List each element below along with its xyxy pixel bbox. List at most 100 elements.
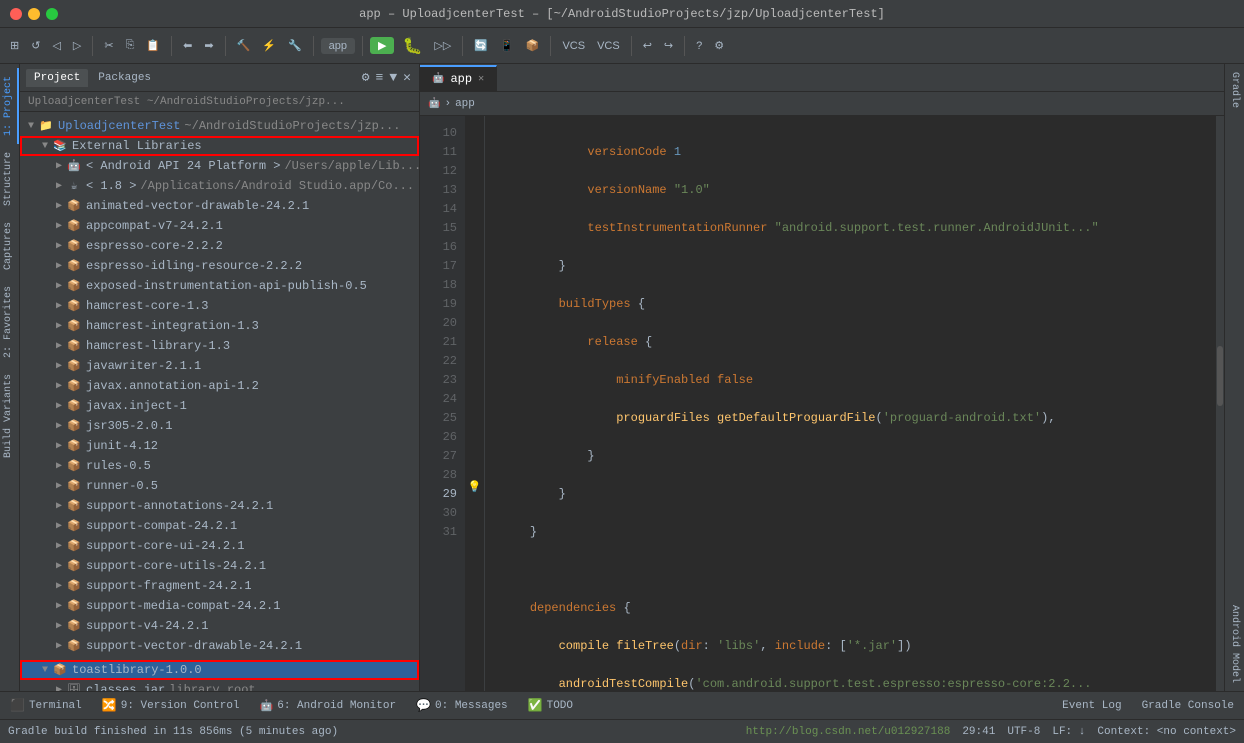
toolbar-btn-cut[interactable]: ✂ — [100, 37, 117, 54]
gear-icon[interactable]: ≡ — [374, 68, 386, 87]
tree-item-rules[interactable]: ▶ 📦 rules-0.5 — [20, 456, 419, 476]
tab-project[interactable]: Project — [26, 69, 88, 87]
toolbar-btn-back[interactable]: ⬅ — [179, 37, 196, 54]
arrow-toastlibrary: ▼ — [38, 665, 52, 676]
javax-annotation-label: javax.annotation-api-1.2 — [86, 379, 259, 393]
tree-item-hamcrest-integration[interactable]: ▶ 📦 hamcrest-integration-1.3 — [20, 316, 419, 336]
run-button[interactable]: ▶ — [370, 37, 394, 54]
tree-item-hamcrest-core[interactable]: ▶ 📦 hamcrest-core-1.3 — [20, 296, 419, 316]
minimize-button[interactable] — [28, 8, 40, 20]
toolbar-btn-3[interactable]: ◁ — [48, 37, 64, 54]
tree-item-exposed-instrumentation[interactable]: ▶ 📦 exposed-instrumentation-api-publish-… — [20, 276, 419, 296]
tree-item-javax-inject[interactable]: ▶ 📦 javax.inject-1 — [20, 396, 419, 416]
toolbar-btn-5[interactable]: 🔨 — [233, 37, 255, 54]
messages-btn[interactable]: 💬 0: Messages — [412, 696, 512, 715]
tree-item-support-compat[interactable]: ▶ 📦 support-compat-24.2.1 — [20, 516, 419, 536]
line-num-13: 13 — [420, 181, 457, 200]
toolbar-btn-copy[interactable]: ⎘ — [122, 37, 139, 54]
toolbar-btn-gradle-sync[interactable]: 🔄 — [470, 37, 492, 54]
tree-item-animated-vector[interactable]: ▶ 📦 animated-vector-drawable-24.2.1 — [20, 196, 419, 216]
tree-item-appcompat[interactable]: ▶ 📦 appcompat-v7-24.2.1 — [20, 216, 419, 236]
tab-icon: 🤖 — [432, 73, 444, 85]
toolbar-btn-vcs[interactable]: VCS — [558, 38, 589, 54]
tree-item-junit[interactable]: ▶ 📦 junit-4.12 — [20, 436, 419, 456]
toolbar-btn-sdk[interactable]: 📦 — [522, 37, 544, 54]
event-log-btn[interactable]: Event Log — [1058, 698, 1125, 714]
toolbar-btn-avd[interactable]: 📱 — [496, 37, 518, 54]
tree-item-android-api[interactable]: ▶ 🤖 < Android API 24 Platform > /Users/a… — [20, 156, 419, 176]
editor-tab-app[interactable]: 🤖 app ✕ — [420, 65, 497, 91]
code-line-14: buildTypes { — [501, 295, 1216, 314]
toolbar-btn-2[interactable]: ↺ — [27, 37, 44, 54]
tree-item-hamcrest-library[interactable]: ▶ 📦 hamcrest-library-1.3 — [20, 336, 419, 356]
collapse-icon[interactable]: ▼ — [387, 68, 399, 87]
gradle-tab[interactable]: Gradle — [1226, 64, 1243, 116]
android-monitor-btn[interactable]: 🤖 6: Android Monitor — [256, 697, 401, 715]
arrow-jdk: ▶ — [52, 180, 66, 192]
toolbar-btn-7[interactable]: 🔧 — [284, 37, 306, 54]
toolbar-btn-forward[interactable]: ➡ — [200, 37, 217, 54]
gutter-line-24 — [465, 382, 484, 401]
tree-item-javawriter[interactable]: ▶ 📦 javawriter-2.1.1 — [20, 356, 419, 376]
library-icon: 📚 — [52, 138, 68, 154]
tree-item-support-vector[interactable]: ▶ 📦 support-vector-drawable-24.2.1 — [20, 636, 419, 656]
scrollbar-thumb[interactable] — [1217, 346, 1223, 406]
tab-close-btn[interactable]: ✕ — [478, 73, 484, 85]
maximize-button[interactable] — [46, 8, 58, 20]
gutter-line-29-bulb[interactable]: 💡 — [465, 477, 484, 496]
toolbar-btn-vcs2[interactable]: VCS — [593, 38, 624, 54]
scrollbar[interactable] — [1216, 116, 1224, 691]
tree-item-external-libs[interactable]: ▼ 📚 External Libraries — [20, 136, 419, 156]
toolbar-btn-help[interactable]: ? — [692, 38, 706, 54]
sync-icon[interactable]: ⚙ — [360, 68, 372, 87]
arrow-animated-vector: ▶ — [52, 200, 66, 212]
tree-item-classes-jar[interactable]: ▶ 🗄 classes.jar library root — [20, 680, 419, 691]
version-control-btn[interactable]: 🔀 9: Version Control — [98, 696, 244, 715]
toolbar-btn-redo[interactable]: ↪ — [660, 37, 677, 54]
toolbar-btn-6[interactable]: ⚡ — [258, 37, 280, 54]
toolbar-btn-coverage[interactable]: ▷▷ — [430, 37, 455, 54]
todo-btn[interactable]: ✅ TODO — [524, 696, 577, 715]
tree-item-toastlibrary[interactable]: ▼ 📦 toastlibrary-1.0.0 — [20, 660, 419, 680]
tree-item-support-core-utils[interactable]: ▶ 📦 support-core-utils-24.2.1 — [20, 556, 419, 576]
arrow-android-api: ▶ — [52, 160, 66, 172]
sidebar-tab-captures[interactable]: Captures — [0, 214, 19, 278]
tree-item-support-media-compat[interactable]: ▶ 📦 support-media-compat-24.2.1 — [20, 596, 419, 616]
tree-item-support-v4[interactable]: ▶ 📦 support-v4-24.2.1 — [20, 616, 419, 636]
toolbar-btn-1[interactable]: ⊞ — [6, 37, 23, 54]
sidebar-tab-favorites[interactable]: 2: Favorites — [0, 278, 19, 366]
tab-packages[interactable]: Packages — [90, 69, 159, 87]
toolbar-btn-settings[interactable]: ⚙ — [710, 37, 728, 54]
app-selector[interactable]: app — [321, 38, 355, 54]
espresso-idling-label: espresso-idling-resource-2.2.2 — [86, 259, 302, 273]
tree-item-jdk[interactable]: ▶ ☕ < 1.8 > /Applications/Android Studio… — [20, 176, 419, 196]
gradle-console-btn[interactable]: Gradle Console — [1138, 698, 1238, 714]
terminal-btn[interactable]: ⬛ Terminal — [6, 696, 86, 715]
tree-item-root[interactable]: ▼ 📁 UploadjcenterTest ~/AndroidStudioPro… — [20, 116, 419, 136]
status-bar: Gradle build finished in 11s 856ms (5 mi… — [0, 719, 1244, 743]
hide-icon[interactable]: ✕ — [401, 68, 413, 87]
tree-item-runner[interactable]: ▶ 📦 runner-0.5 — [20, 476, 419, 496]
toolbar-btn-4[interactable]: ▷ — [69, 37, 85, 54]
sidebar-tab-structure[interactable]: Structure — [0, 144, 19, 214]
tree-item-support-core-ui[interactable]: ▶ 📦 support-core-ui-24.2.1 — [20, 536, 419, 556]
tree-item-support-annotations[interactable]: ▶ 📦 support-annotations-24.2.1 — [20, 496, 419, 516]
android-model-tab[interactable]: Android Model — [1226, 597, 1243, 691]
toolbar-btn-undo[interactable]: ↩ — [639, 37, 656, 54]
pkg-icon-7: 📦 — [66, 318, 82, 334]
toolbar-btn-paste[interactable]: 📋 — [142, 37, 164, 54]
arrow-support-core-ui: ▶ — [52, 540, 66, 552]
code-text[interactable]: versionCode 1 versionName "1.0" testInst… — [485, 116, 1216, 691]
tree-item-jsr305[interactable]: ▶ 📦 jsr305-2.0.1 — [20, 416, 419, 436]
sidebar-tab-build[interactable]: Build Variants — [0, 366, 19, 466]
tree-item-espresso-idling[interactable]: ▶ 📦 espresso-idling-resource-2.2.2 — [20, 256, 419, 276]
line-num-27: 27 — [420, 447, 457, 466]
debug-button[interactable]: 🐛 — [398, 34, 426, 58]
bulb-icon: 💡 — [468, 480, 482, 494]
tree-item-javax-annotation[interactable]: ▶ 📦 javax.annotation-api-1.2 — [20, 376, 419, 396]
sidebar-tab-project[interactable]: 1: Project — [0, 68, 19, 144]
left-sidebar-tabs: 1: Project Structure Captures 2: Favorit… — [0, 64, 20, 691]
tree-item-support-fragment[interactable]: ▶ 📦 support-fragment-24.2.1 — [20, 576, 419, 596]
tree-item-espresso-core[interactable]: ▶ 📦 espresso-core-2.2.2 — [20, 236, 419, 256]
close-button[interactable] — [10, 8, 22, 20]
